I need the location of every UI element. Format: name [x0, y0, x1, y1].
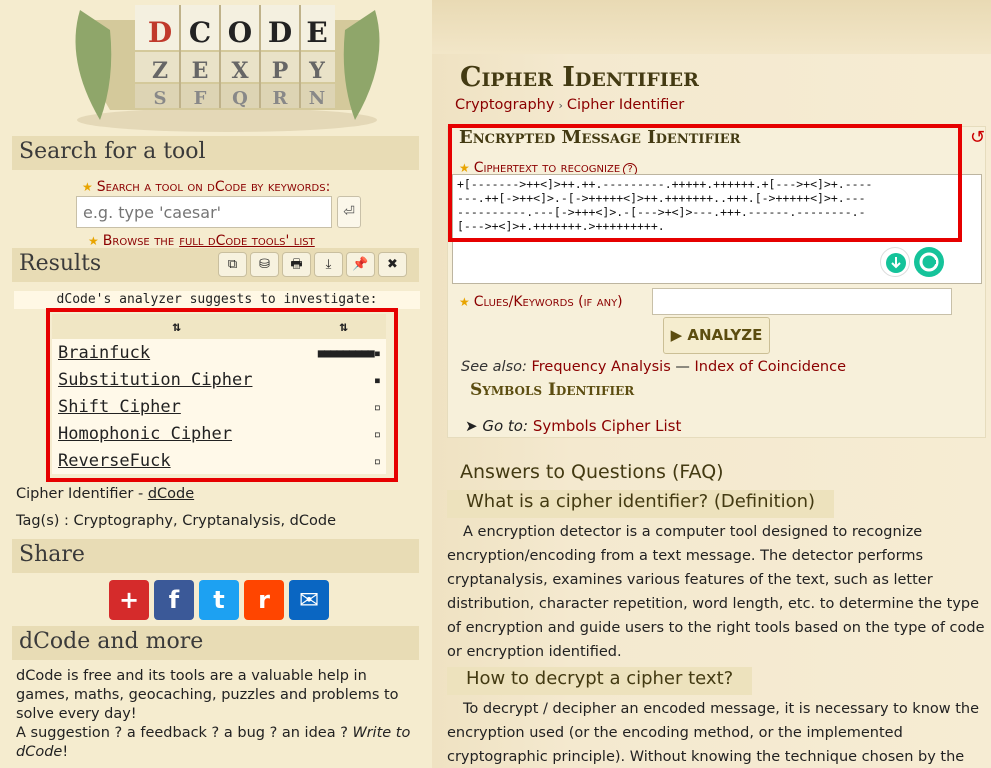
frequency-analysis-link[interactable]: Frequency Analysis — [532, 359, 671, 375]
dcode-link[interactable]: dCode — [148, 486, 194, 502]
logo-letter: X — [231, 58, 249, 84]
see-also-label: See also: — [461, 359, 527, 375]
symbols-identifier-link[interactable]: Symbols Identifier — [470, 380, 634, 400]
browse-tools-line: ★ Browse the full dCode tools' list — [88, 230, 315, 249]
download-results-icon[interactable]: ⤓ — [314, 252, 343, 277]
logo-letter: E — [192, 58, 209, 84]
logo-letter: D — [268, 16, 292, 49]
logo-letter: Z — [152, 58, 168, 84]
index-of-coincidence-link[interactable]: Index of Coincidence — [694, 359, 846, 375]
breadcrumb: Cryptography › Cipher Identifier — [455, 97, 684, 113]
star-icon: ★ — [459, 295, 470, 309]
analyzer-note: dCode's analyzer suggests to investigate… — [14, 291, 420, 309]
dcode-logo[interactable]: D C O D E Z E X P Y S F Q R N — [55, 0, 400, 135]
share-plus-icon[interactable]: + — [109, 580, 149, 620]
star-icon: ★ — [88, 234, 99, 248]
logo-letter: R — [273, 88, 289, 109]
pin-results-icon[interactable]: 📌 — [346, 252, 375, 277]
search-submit-button[interactable]: ⏎ — [337, 196, 361, 228]
search-label: ★ Search a tool on dCode by keywords: — [82, 176, 330, 195]
analyze-button[interactable]: ▶ ANALYZE — [663, 317, 770, 354]
browse-prefix: Browse the — [102, 233, 175, 249]
more-text-end: ! — [62, 744, 69, 760]
breadcrumb-separator: › — [558, 99, 563, 112]
logo-letter: F — [194, 88, 207, 109]
logo-letter: D — [148, 16, 172, 49]
facebook-icon[interactable]: f — [154, 580, 194, 620]
decorative-banner — [432, 0, 991, 54]
twitter-icon[interactable]: t — [199, 580, 239, 620]
faq-answer: A encryption detector is a computer tool… — [447, 524, 985, 660]
full-tools-list-link[interactable]: full dCode tools' list — [179, 233, 315, 249]
faq-answer: To decrypt / decipher an encoded message… — [447, 701, 980, 765]
results-highlight-box — [46, 308, 398, 482]
reset-icon[interactable]: ↺ — [970, 127, 985, 148]
lightbulb-icon[interactable] — [880, 247, 910, 277]
goto-label: Go to: — [482, 417, 529, 435]
more-text: dCode is free and its tools are a valuab… — [16, 667, 416, 762]
copy-results-icon[interactable]: ⧉ — [218, 252, 247, 277]
symbols-cipher-list-link[interactable]: Symbols Cipher List — [533, 417, 682, 435]
logo-letter: C — [189, 16, 211, 49]
search-section-header: Search for a tool — [12, 136, 419, 170]
logo-letter: E — [306, 16, 327, 49]
clues-label: ★ Clues/Keywords (if any) — [459, 291, 623, 310]
logo-letter: P — [272, 58, 289, 84]
print-results-icon[interactable]: 🖶 — [282, 252, 311, 277]
breadcrumb-cryptography[interactable]: Cryptography — [455, 97, 554, 113]
share-section-header: Share — [12, 539, 419, 573]
search-label-text: Search a tool on dCode by keywords: — [96, 179, 331, 195]
logo-letter: Q — [232, 88, 248, 109]
logo-letter: O — [228, 16, 252, 49]
logo-letter: N — [309, 88, 325, 109]
logo-letter: S — [154, 88, 167, 109]
clues-input[interactable] — [652, 288, 952, 315]
reddit-icon[interactable]: r — [244, 580, 284, 620]
close-results-icon[interactable]: ✖ — [378, 252, 407, 277]
arrow-icon: ➤ — [465, 417, 478, 435]
more-text-1: dCode is free and its tools are a valuab… — [16, 668, 399, 722]
star-icon: ★ — [82, 180, 93, 194]
tags-line: Tag(s) : Cryptography, Cryptanalysis, dC… — [16, 513, 336, 529]
credit-text: Cipher Identifier - — [16, 486, 148, 502]
more-section-header: dCode and more — [12, 626, 419, 660]
grammarly-icon[interactable] — [914, 247, 944, 277]
see-also-line: See also: Frequency Analysis — Index of … — [461, 359, 846, 375]
save-results-icon[interactable]: ⛁ — [250, 252, 279, 277]
more-text-2: A suggestion ? a feedback ? a bug ? an i… — [16, 725, 353, 741]
sidebar: D C O D E Z E X P Y S F Q R N Search for… — [0, 0, 432, 768]
results-toolbar: ⧉ ⛁ 🖶 ⤓ 📌 ✖ — [218, 252, 407, 277]
cipher-identifier-credit: Cipher Identifier - dCode — [16, 486, 194, 502]
email-icon[interactable]: ✉ — [289, 580, 329, 620]
page-title: Cipher Identifier — [460, 62, 699, 93]
goto-line: ➤ Go to: Symbols Cipher List — [465, 417, 681, 435]
breadcrumb-cipher-identifier[interactable]: Cipher Identifier — [567, 97, 684, 113]
logo-letter: Y — [308, 58, 325, 84]
search-input[interactable] — [76, 196, 332, 228]
grammar-extension-icons — [880, 247, 944, 277]
see-also-separator: — — [670, 359, 695, 375]
faq-title: Answers to Questions (FAQ) — [460, 461, 724, 483]
clues-label-text: Clues/Keywords (if any) — [473, 294, 623, 310]
message-highlight-box — [448, 124, 962, 242]
faq-question: How to decrypt a cipher text? — [447, 667, 753, 695]
share-buttons: + f t r ✉ — [109, 580, 329, 620]
faq-question: What is a cipher identifier? (Definition… — [447, 490, 835, 518]
